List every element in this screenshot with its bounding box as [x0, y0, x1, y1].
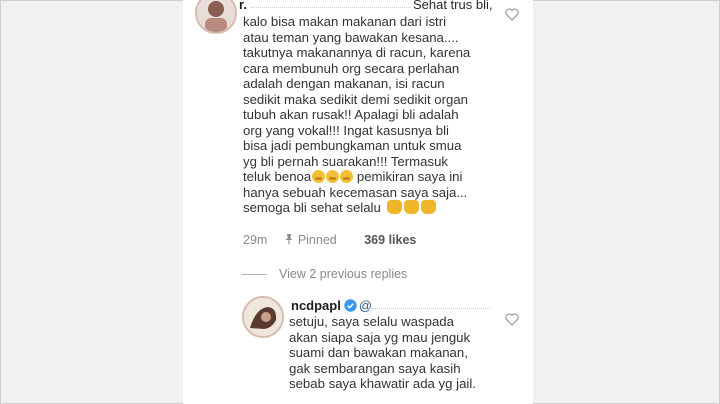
zipper-face-emoji-icon: [312, 170, 326, 183]
comment-line: sedikit maka sedikit demi sedikit organ: [243, 91, 469, 107]
reply-text: setuju, saya selalu waspada akan siapa s…: [289, 314, 499, 392]
replies-divider: [241, 274, 267, 276]
reply-header: ncdpapl @: [291, 298, 491, 313]
raised-fist-emoji-icon: [403, 200, 419, 214]
comment-line: tubuh akan rusak!! Apalagi bli adalah: [243, 107, 459, 122]
reply-line: sebab saya khawatir ada yg jail.: [289, 376, 476, 391]
reply-line: akan siapa saja yg mau jenguk: [289, 329, 471, 345]
comment-line: cara membunuh org secara perlahan: [243, 60, 460, 76]
comment-line: kalo bisa makan makanan dari istri: [243, 14, 447, 29]
comment-line-last: semoga bli sehat selalu: [243, 200, 503, 216]
pinned-text: Pinned: [297, 233, 337, 247]
reply-line: setuju, saya selalu waspada: [289, 314, 454, 329]
heart-outline-icon[interactable]: [505, 313, 519, 326]
comment-header: r. Sehat trus bli,: [239, 0, 492, 12]
pin-icon: [285, 234, 293, 245]
reply-username[interactable]: ncdpapl: [291, 298, 341, 313]
redacted-text: [250, 4, 411, 8]
zipper-face-emoji-icon: [340, 170, 354, 183]
comment-line: org yang vokal!!! Ingat kasusnya bli: [243, 122, 449, 138]
comment-text: kalo bisa makan makanan dari istri atau …: [243, 14, 503, 216]
comment-line-suffix: pemikiran saya ini: [353, 169, 463, 184]
comment-line: hanya sebuah kecemasan saya saja...: [243, 184, 468, 200]
comment-head-text: Sehat trus bli,: [412, 0, 493, 12]
comment-line-emoji: teluk benoa pemikiran saya ini: [243, 169, 503, 185]
reply-avatar[interactable]: [242, 296, 284, 338]
view-previous-replies-label: View 2 previous replies: [279, 267, 408, 281]
zipper-face-emoji-icon: [326, 170, 340, 183]
comment-line: bisa jadi pembungkaman untuk smua: [243, 138, 462, 153]
comment-last-text: semoga bli sehat selalu: [243, 200, 381, 215]
comment-line: atau teman yang bawakan kesana....: [243, 29, 459, 45]
comment-line: takutnya makanannya di racun, karena: [243, 45, 471, 60]
reply-line: gak sembarangan saya kasih: [289, 360, 461, 376]
redacted-mention: [372, 305, 491, 309]
comments-panel: r. Sehat trus bli, kalo bisa makan makana…: [183, 0, 533, 404]
likes-count[interactable]: 369 likes: [364, 233, 416, 247]
reply-line: suami dan bawakan makanan,: [289, 345, 468, 360]
view-previous-replies[interactable]: View 2 previous replies: [241, 267, 407, 281]
comment-line: yg bli pernah suarakan!!! Termasuk: [243, 153, 449, 169]
verified-badge-icon: [344, 299, 357, 312]
comment-line: adalah dengan makanan, isi racun: [243, 76, 445, 91]
raised-fist-emoji-icon: [386, 200, 402, 214]
heart-outline-icon[interactable]: [505, 8, 519, 21]
mention-prefix[interactable]: @: [359, 298, 372, 313]
comment-time: 29m: [243, 233, 268, 247]
raised-fist-emoji-icon: [420, 200, 436, 214]
commenter-username[interactable]: r.: [239, 0, 247, 12]
pinned-label: Pinned: [283, 233, 349, 247]
commenter-avatar[interactable]: [195, 0, 237, 34]
comment-meta: 29m Pinned 369 likes: [243, 233, 428, 247]
comment-line-prefix: teluk benoa: [243, 169, 312, 184]
